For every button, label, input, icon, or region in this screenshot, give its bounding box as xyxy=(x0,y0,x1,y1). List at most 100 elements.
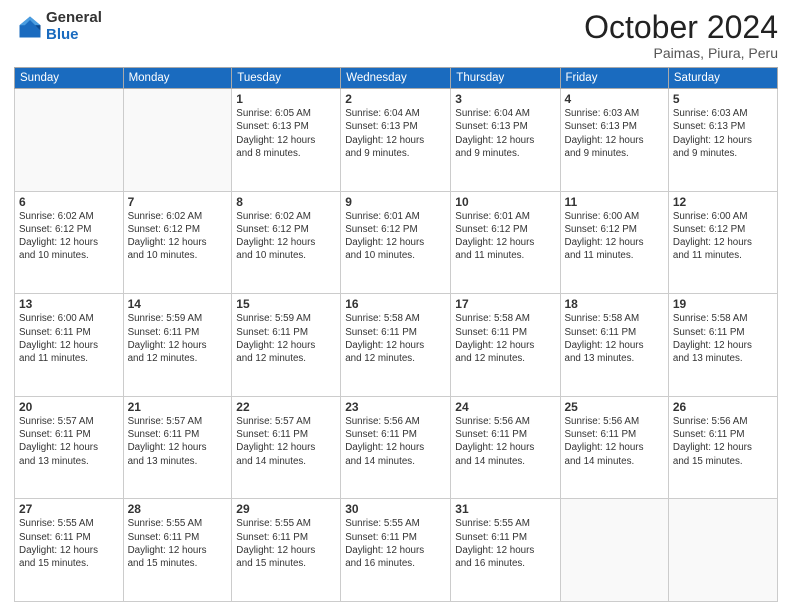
day-info: Sunrise: 6:05 AMSunset: 6:13 PMDaylight:… xyxy=(236,107,336,160)
day-number: 19 xyxy=(673,297,773,311)
day-number: 9 xyxy=(345,195,446,209)
calendar-cell xyxy=(668,499,777,602)
header-friday: Friday xyxy=(560,68,668,89)
calendar-cell: 10Sunrise: 6:01 AMSunset: 6:12 PMDayligh… xyxy=(451,191,560,294)
calendar-cell: 25Sunrise: 5:56 AMSunset: 6:11 PMDayligh… xyxy=(560,396,668,499)
calendar-cell: 4Sunrise: 6:03 AMSunset: 6:13 PMDaylight… xyxy=(560,89,668,192)
page: General Blue October 2024 Paimas, Piura,… xyxy=(0,0,792,612)
day-number: 13 xyxy=(19,297,119,311)
day-info: Sunrise: 6:02 AMSunset: 6:12 PMDaylight:… xyxy=(128,210,228,263)
calendar-cell: 21Sunrise: 5:57 AMSunset: 6:11 PMDayligh… xyxy=(123,396,232,499)
calendar-cell: 27Sunrise: 5:55 AMSunset: 6:11 PMDayligh… xyxy=(15,499,124,602)
day-info: Sunrise: 6:04 AMSunset: 6:13 PMDaylight:… xyxy=(345,107,446,160)
day-info: Sunrise: 6:02 AMSunset: 6:12 PMDaylight:… xyxy=(236,210,336,263)
calendar-cell: 23Sunrise: 5:56 AMSunset: 6:11 PMDayligh… xyxy=(341,396,451,499)
calendar-cell: 13Sunrise: 6:00 AMSunset: 6:11 PMDayligh… xyxy=(15,294,124,397)
header: General Blue October 2024 Paimas, Piura,… xyxy=(14,10,778,61)
calendar-cell: 16Sunrise: 5:58 AMSunset: 6:11 PMDayligh… xyxy=(341,294,451,397)
day-number: 28 xyxy=(128,502,228,516)
logo: General Blue xyxy=(14,10,102,43)
calendar-cell: 3Sunrise: 6:04 AMSunset: 6:13 PMDaylight… xyxy=(451,89,560,192)
calendar-week-row: 1Sunrise: 6:05 AMSunset: 6:13 PMDaylight… xyxy=(15,89,778,192)
day-info: Sunrise: 6:03 AMSunset: 6:13 PMDaylight:… xyxy=(565,107,664,160)
calendar-cell xyxy=(15,89,124,192)
day-info: Sunrise: 5:57 AMSunset: 6:11 PMDaylight:… xyxy=(128,415,228,468)
day-number: 7 xyxy=(128,195,228,209)
calendar-week-row: 20Sunrise: 5:57 AMSunset: 6:11 PMDayligh… xyxy=(15,396,778,499)
calendar-cell: 19Sunrise: 5:58 AMSunset: 6:11 PMDayligh… xyxy=(668,294,777,397)
day-number: 23 xyxy=(345,400,446,414)
calendar-cell: 30Sunrise: 5:55 AMSunset: 6:11 PMDayligh… xyxy=(341,499,451,602)
day-info: Sunrise: 5:58 AMSunset: 6:11 PMDaylight:… xyxy=(455,312,555,365)
day-info: Sunrise: 5:56 AMSunset: 6:11 PMDaylight:… xyxy=(345,415,446,468)
calendar-week-row: 27Sunrise: 5:55 AMSunset: 6:11 PMDayligh… xyxy=(15,499,778,602)
day-info: Sunrise: 6:01 AMSunset: 6:12 PMDaylight:… xyxy=(455,210,555,263)
calendar-cell: 8Sunrise: 6:02 AMSunset: 6:12 PMDaylight… xyxy=(232,191,341,294)
logo-icon xyxy=(16,13,44,41)
day-number: 14 xyxy=(128,297,228,311)
day-number: 8 xyxy=(236,195,336,209)
calendar-cell: 20Sunrise: 5:57 AMSunset: 6:11 PMDayligh… xyxy=(15,396,124,499)
calendar-cell: 11Sunrise: 6:00 AMSunset: 6:12 PMDayligh… xyxy=(560,191,668,294)
day-info: Sunrise: 5:57 AMSunset: 6:11 PMDaylight:… xyxy=(236,415,336,468)
calendar-cell: 9Sunrise: 6:01 AMSunset: 6:12 PMDaylight… xyxy=(341,191,451,294)
calendar-cell: 17Sunrise: 5:58 AMSunset: 6:11 PMDayligh… xyxy=(451,294,560,397)
calendar-cell: 1Sunrise: 6:05 AMSunset: 6:13 PMDaylight… xyxy=(232,89,341,192)
calendar-cell xyxy=(123,89,232,192)
day-number: 12 xyxy=(673,195,773,209)
day-info: Sunrise: 5:55 AMSunset: 6:11 PMDaylight:… xyxy=(236,517,336,570)
calendar-week-row: 13Sunrise: 6:00 AMSunset: 6:11 PMDayligh… xyxy=(15,294,778,397)
day-info: Sunrise: 5:59 AMSunset: 6:11 PMDaylight:… xyxy=(236,312,336,365)
day-info: Sunrise: 5:58 AMSunset: 6:11 PMDaylight:… xyxy=(673,312,773,365)
day-number: 6 xyxy=(19,195,119,209)
day-info: Sunrise: 5:55 AMSunset: 6:11 PMDaylight:… xyxy=(128,517,228,570)
calendar-cell: 18Sunrise: 5:58 AMSunset: 6:11 PMDayligh… xyxy=(560,294,668,397)
day-info: Sunrise: 5:55 AMSunset: 6:11 PMDaylight:… xyxy=(345,517,446,570)
day-info: Sunrise: 5:58 AMSunset: 6:11 PMDaylight:… xyxy=(345,312,446,365)
header-sunday: Sunday xyxy=(15,68,124,89)
day-number: 30 xyxy=(345,502,446,516)
header-thursday: Thursday xyxy=(451,68,560,89)
day-number: 21 xyxy=(128,400,228,414)
day-info: Sunrise: 6:01 AMSunset: 6:12 PMDaylight:… xyxy=(345,210,446,263)
day-info: Sunrise: 6:00 AMSunset: 6:12 PMDaylight:… xyxy=(673,210,773,263)
logo-general-text: General xyxy=(46,10,102,27)
weekday-header-row: Sunday Monday Tuesday Wednesday Thursday… xyxy=(15,68,778,89)
calendar-cell xyxy=(560,499,668,602)
day-number: 29 xyxy=(236,502,336,516)
day-number: 20 xyxy=(19,400,119,414)
day-info: Sunrise: 6:04 AMSunset: 6:13 PMDaylight:… xyxy=(455,107,555,160)
day-info: Sunrise: 5:55 AMSunset: 6:11 PMDaylight:… xyxy=(19,517,119,570)
day-info: Sunrise: 5:59 AMSunset: 6:11 PMDaylight:… xyxy=(128,312,228,365)
day-info: Sunrise: 5:56 AMSunset: 6:11 PMDaylight:… xyxy=(565,415,664,468)
day-number: 24 xyxy=(455,400,555,414)
calendar-cell: 26Sunrise: 5:56 AMSunset: 6:11 PMDayligh… xyxy=(668,396,777,499)
day-info: Sunrise: 5:56 AMSunset: 6:11 PMDaylight:… xyxy=(673,415,773,468)
calendar-cell: 22Sunrise: 5:57 AMSunset: 6:11 PMDayligh… xyxy=(232,396,341,499)
day-number: 1 xyxy=(236,92,336,106)
day-number: 25 xyxy=(565,400,664,414)
header-tuesday: Tuesday xyxy=(232,68,341,89)
day-info: Sunrise: 5:55 AMSunset: 6:11 PMDaylight:… xyxy=(455,517,555,570)
calendar-cell: 2Sunrise: 6:04 AMSunset: 6:13 PMDaylight… xyxy=(341,89,451,192)
logo-text: General Blue xyxy=(46,10,102,43)
day-info: Sunrise: 5:58 AMSunset: 6:11 PMDaylight:… xyxy=(565,312,664,365)
day-number: 18 xyxy=(565,297,664,311)
day-info: Sunrise: 5:57 AMSunset: 6:11 PMDaylight:… xyxy=(19,415,119,468)
day-number: 27 xyxy=(19,502,119,516)
header-saturday: Saturday xyxy=(668,68,777,89)
month-title: October 2024 xyxy=(584,10,778,45)
day-number: 17 xyxy=(455,297,555,311)
day-number: 15 xyxy=(236,297,336,311)
day-info: Sunrise: 6:02 AMSunset: 6:12 PMDaylight:… xyxy=(19,210,119,263)
day-number: 16 xyxy=(345,297,446,311)
day-number: 5 xyxy=(673,92,773,106)
day-info: Sunrise: 6:00 AMSunset: 6:12 PMDaylight:… xyxy=(565,210,664,263)
calendar-cell: 14Sunrise: 5:59 AMSunset: 6:11 PMDayligh… xyxy=(123,294,232,397)
header-wednesday: Wednesday xyxy=(341,68,451,89)
calendar-cell: 15Sunrise: 5:59 AMSunset: 6:11 PMDayligh… xyxy=(232,294,341,397)
calendar-cell: 12Sunrise: 6:00 AMSunset: 6:12 PMDayligh… xyxy=(668,191,777,294)
day-info: Sunrise: 6:00 AMSunset: 6:11 PMDaylight:… xyxy=(19,312,119,365)
day-number: 4 xyxy=(565,92,664,106)
calendar-week-row: 6Sunrise: 6:02 AMSunset: 6:12 PMDaylight… xyxy=(15,191,778,294)
